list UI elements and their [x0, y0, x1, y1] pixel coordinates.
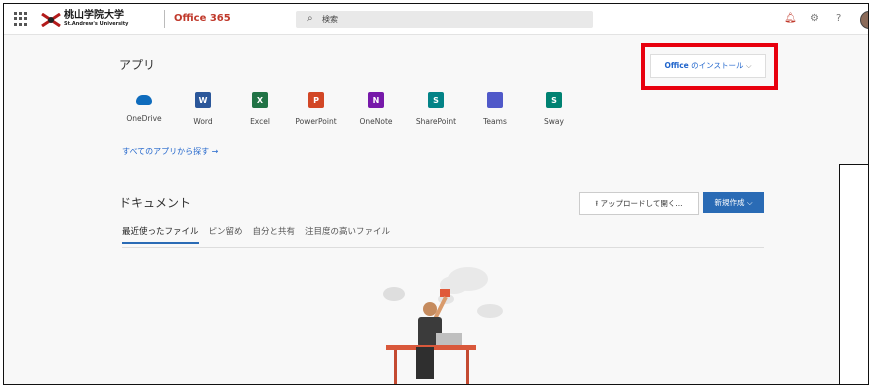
app-onenote[interactable]: N OneNote: [346, 92, 406, 126]
new-button[interactable]: 新規作成 ⌵: [703, 192, 764, 213]
word-icon: W: [195, 92, 211, 108]
browser-frame: 桃山学院大学 St.Andrew's University Office 365…: [3, 3, 869, 385]
tabs-divider: [122, 247, 764, 248]
app-onedrive[interactable]: OneDrive: [114, 92, 174, 123]
onedrive-icon: [136, 95, 152, 105]
side-panel: [839, 164, 868, 384]
app-word[interactable]: W Word: [173, 92, 233, 126]
app-excel[interactable]: X Excel: [230, 92, 290, 126]
onenote-icon: N: [368, 92, 384, 108]
empty-state-illustration: [383, 267, 503, 384]
upload-button[interactable]: ⭱ アップロードして開く...: [579, 192, 699, 215]
excel-icon: X: [252, 92, 268, 108]
teams-icon: [487, 92, 503, 108]
all-apps-link[interactable]: すべてのアプリから探す →: [122, 146, 218, 157]
top-bar: 桃山学院大学 St.Andrew's University Office 365…: [4, 4, 868, 35]
apps-title: アプリ: [119, 58, 156, 72]
documents-title: ドキュメント: [119, 196, 192, 210]
header-divider: [164, 10, 165, 28]
search-input[interactable]: ⌕ 検索: [296, 11, 593, 28]
document-tabs: 最近使ったファイル ピン留め 自分と共有 注目度の高いファイル: [122, 225, 390, 244]
app-label: SharePoint: [415, 117, 457, 126]
help-icon[interactable]: ?: [836, 13, 841, 24]
logo-text: 桃山学院大学 St.Andrew's University: [64, 10, 129, 28]
brand-link[interactable]: Office 365: [174, 13, 231, 24]
search-placeholder: 検索: [322, 15, 338, 24]
university-logo[interactable]: 桃山学院大学 St.Andrew's University: [41, 11, 128, 29]
sharepoint-icon: S: [428, 92, 444, 108]
app-label: PowerPoint: [295, 117, 337, 126]
highlight-box: [641, 43, 778, 90]
gear-icon[interactable]: ⚙: [810, 13, 819, 24]
tab-pinned[interactable]: ピン留め: [209, 225, 243, 244]
tab-discover[interactable]: 注目度の高いファイル: [305, 225, 390, 244]
sway-icon: S: [546, 92, 562, 108]
tab-shared[interactable]: 自分と共有: [253, 225, 296, 244]
logo-subtext: St.Andrew's University: [64, 21, 129, 27]
app-teams[interactable]: Teams: [465, 92, 525, 126]
avatar[interactable]: [860, 11, 868, 29]
app-powerpoint[interactable]: P PowerPoint: [286, 92, 346, 126]
app-label: OneNote: [359, 117, 393, 126]
app-sway[interactable]: S Sway: [524, 92, 584, 126]
app-launcher-icon[interactable]: [14, 12, 28, 26]
powerpoint-icon: P: [308, 92, 324, 108]
app-label: Word: [193, 117, 213, 126]
app-label: Teams: [483, 117, 507, 126]
app-label: Excel: [250, 117, 270, 126]
tab-recent[interactable]: 最近使ったファイル: [122, 225, 199, 244]
app-sharepoint[interactable]: S SharePoint: [406, 92, 466, 126]
search-icon: ⌕: [307, 13, 313, 24]
app-label: Sway: [544, 117, 564, 126]
app-label: OneDrive: [126, 114, 162, 123]
logo-emblem-icon: [41, 13, 61, 27]
bell-icon[interactable]: 🔔︎: [784, 13, 797, 24]
